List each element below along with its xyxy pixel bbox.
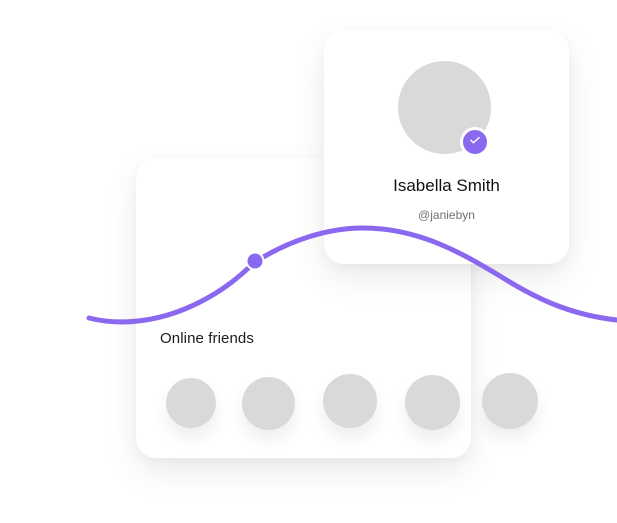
decorative-wave [86, 225, 617, 325]
canvas: Online friends Isabella Smith @janiebyn [0, 0, 617, 523]
